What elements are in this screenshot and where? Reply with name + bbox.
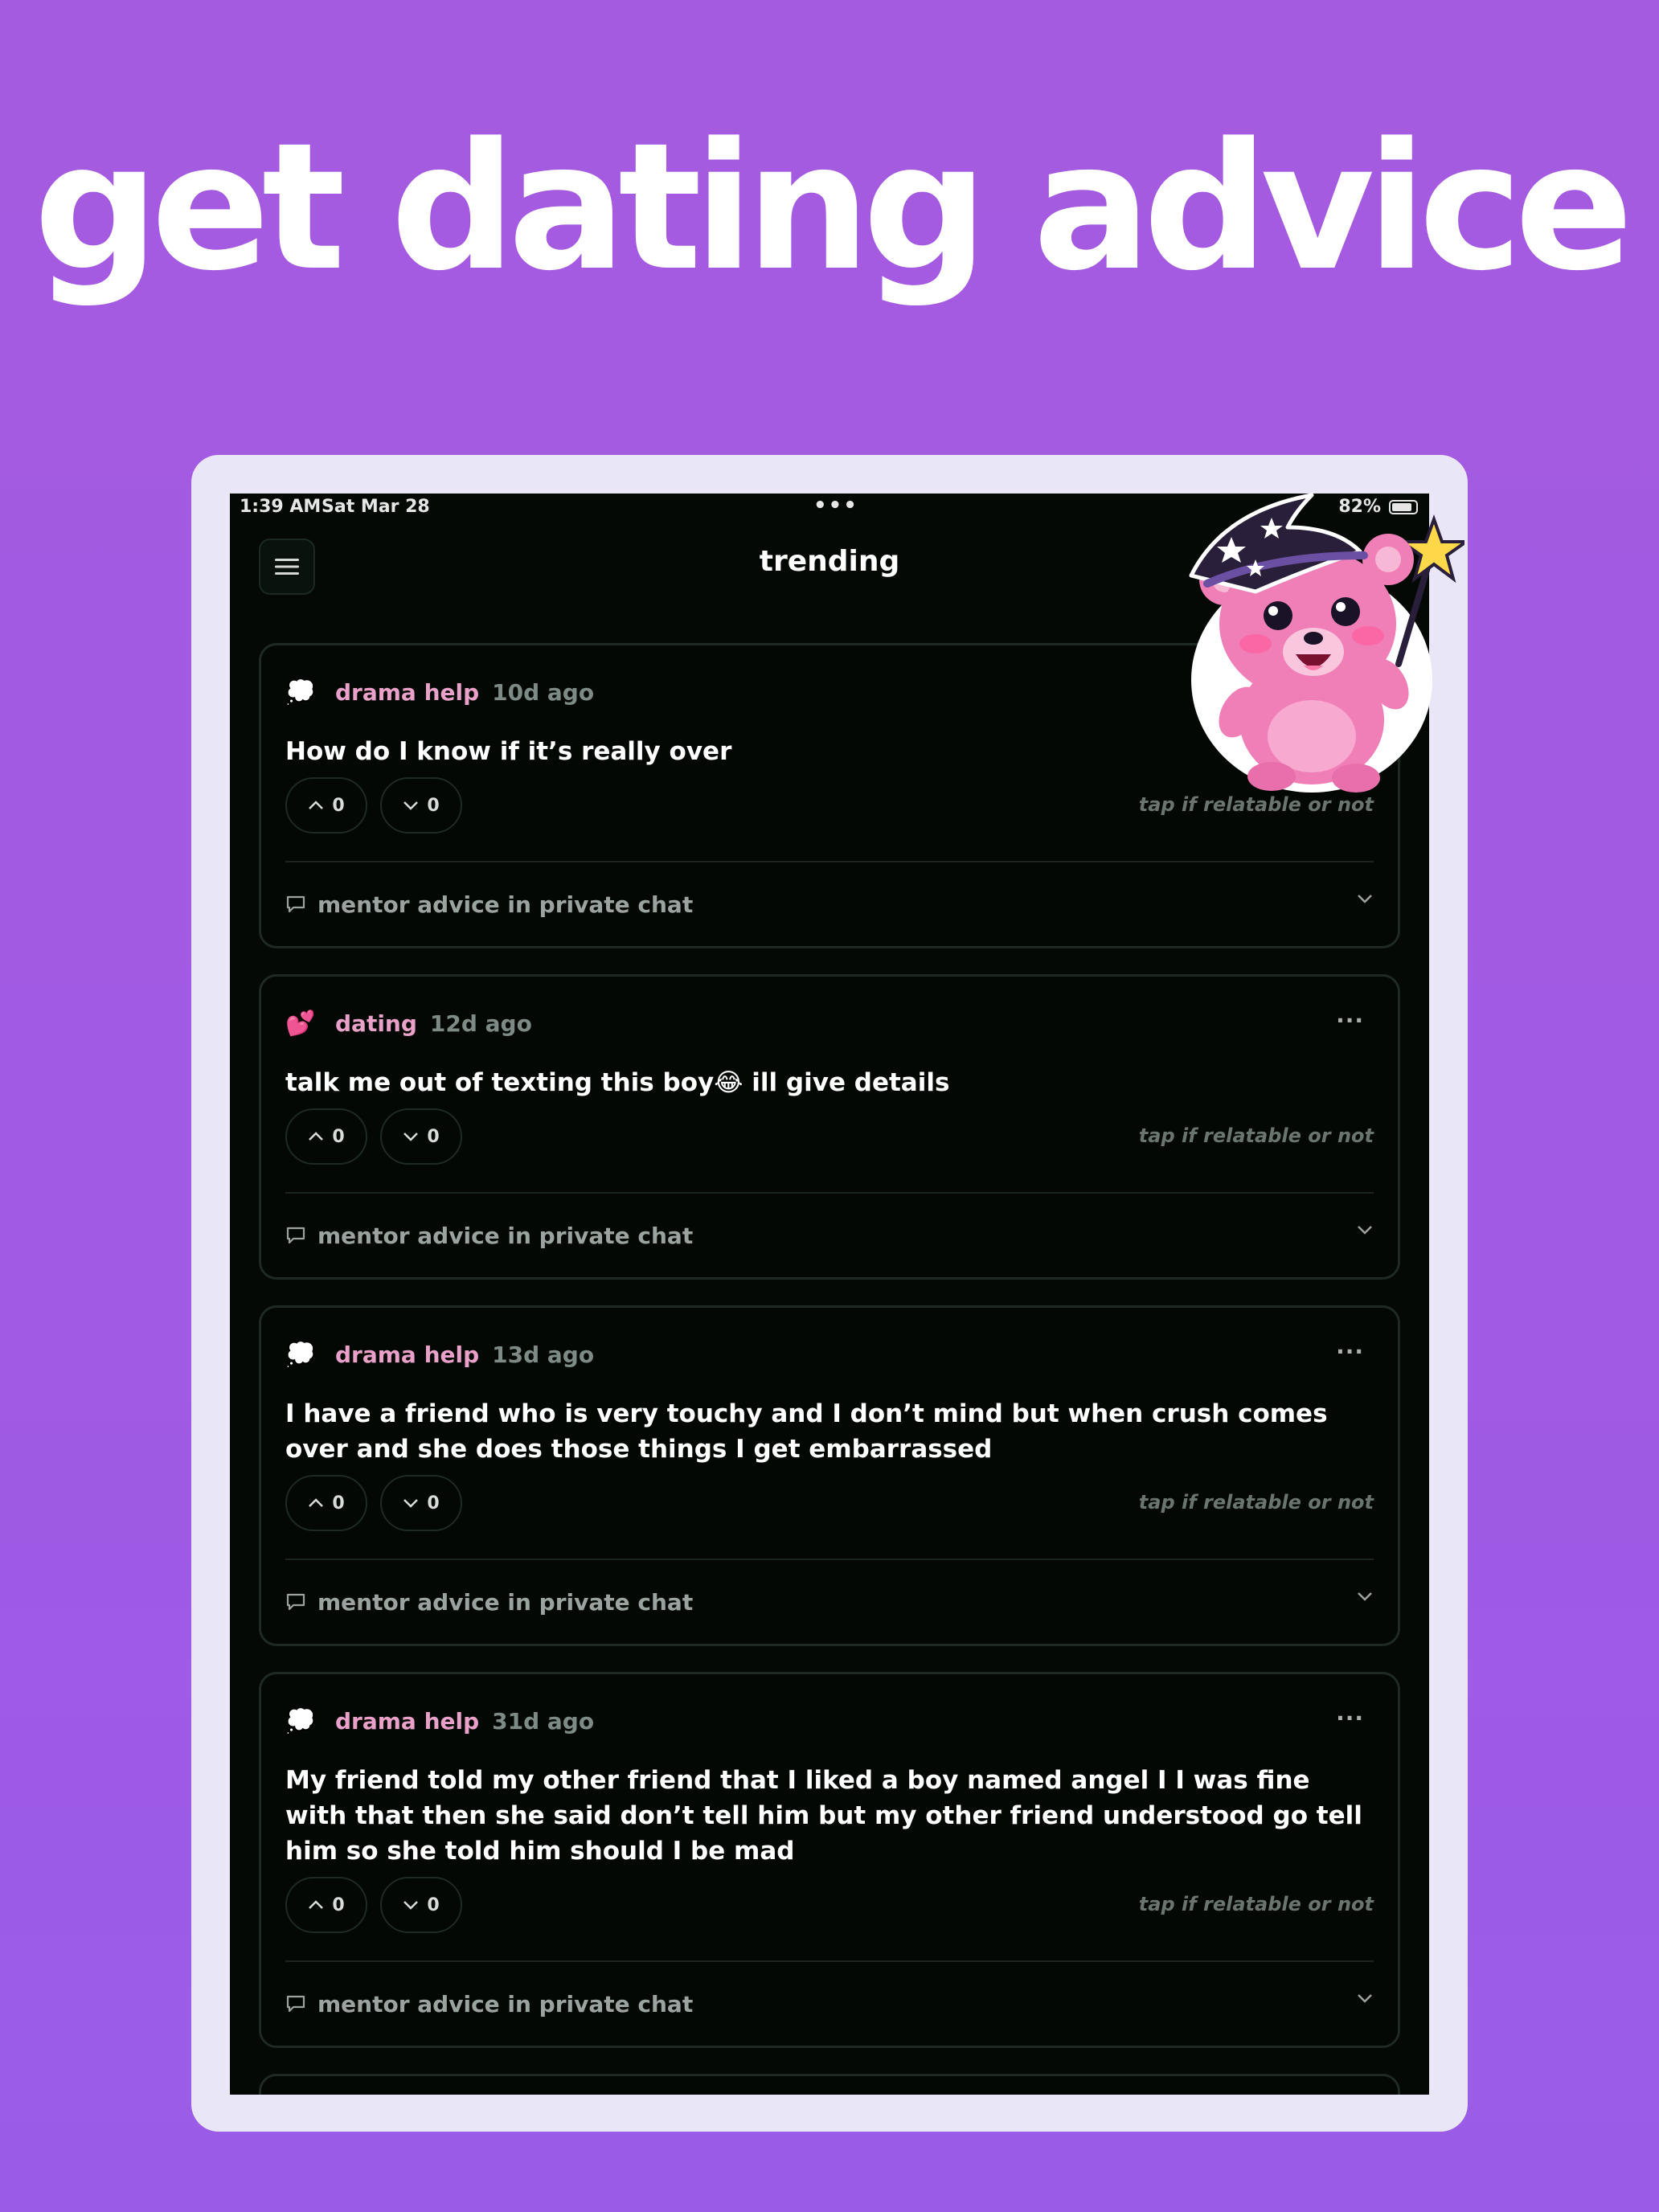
chevron-up-icon [309, 801, 324, 809]
divider [285, 1960, 1374, 1962]
downvote-button[interactable]: 0 [380, 1475, 462, 1531]
more-options-icon[interactable]: ··· [1336, 1338, 1364, 1365]
downvote-count: 0 [427, 795, 440, 816]
status-date: Sat Mar 28 [322, 497, 430, 517]
mentor-advice-toggle[interactable]: mentor advice in private chat [285, 1988, 1374, 2020]
upvote-count: 0 [332, 795, 345, 816]
post-card[interactable]: 💕 dating 12d ago ··· talk me out of texti… [259, 974, 1400, 1280]
chevron-up-icon [309, 1900, 324, 1909]
downvote-count: 0 [427, 1895, 440, 1915]
chevron-up-icon [309, 1498, 324, 1507]
more-options-icon[interactable]: ··· [1336, 1705, 1364, 1731]
mentor-advice-label: mentor advice in private chat [317, 1222, 694, 1249]
thought-bubble-icon: 💭 [285, 1707, 316, 1735]
post-category[interactable]: drama help 10d ago [335, 679, 594, 706]
downvote-button[interactable]: 0 [380, 1108, 462, 1165]
mentor-advice-label: mentor advice in private chat [317, 891, 694, 918]
downvote-count: 0 [427, 1126, 440, 1147]
more-options-icon[interactable]: ··· [1336, 1007, 1364, 1034]
downvote-button[interactable]: 0 [380, 777, 462, 834]
downvote-button[interactable]: 0 [380, 1877, 462, 1933]
post-time: 10d ago [492, 679, 595, 706]
divider [285, 1559, 1374, 1560]
post-category[interactable]: dating 12d ago [335, 1010, 532, 1037]
relatable-hint: tap if relatable or not [1138, 1124, 1374, 1147]
upvote-count: 0 [332, 1895, 345, 1915]
category-label: drama help [335, 1708, 480, 1735]
chat-bubble-icon [286, 1227, 305, 1244]
mentor-advice-toggle[interactable]: mentor advice in private chat [285, 1586, 1374, 1618]
post-time: 12d ago [429, 1010, 532, 1037]
post-card[interactable]: 💭 drama help 13d ago ··· I have a friend … [259, 1305, 1400, 1646]
category-label: dating [335, 1010, 417, 1037]
upvote-button[interactable]: 0 [285, 1475, 367, 1531]
downvote-count: 0 [427, 1493, 440, 1514]
post-time: 31d ago [492, 1708, 595, 1735]
chevron-up-icon [309, 1132, 324, 1141]
mentor-advice-toggle[interactable]: mentor advice in private chat [285, 888, 1374, 920]
chevron-down-icon [1358, 1994, 1372, 2003]
chat-bubble-icon [286, 1995, 305, 2013]
chevron-down-icon [403, 1499, 419, 1508]
chevron-down-icon [1358, 1226, 1372, 1235]
category-label: drama help [335, 1342, 480, 1368]
post-text[interactable]: I have a friend who is very touchy and I… [285, 1396, 1362, 1467]
thought-bubble-icon: 💭 [285, 1341, 316, 1369]
chevron-down-icon [403, 801, 419, 810]
mentor-advice-label: mentor advice in private chat [317, 1588, 694, 1616]
multitasking-dots-icon[interactable]: ••• [813, 494, 858, 518]
upvote-button[interactable]: 0 [285, 1877, 367, 1933]
post-time: 13d ago [492, 1342, 595, 1368]
thought-bubble-icon: 💭 [285, 678, 316, 707]
post-card[interactable]: 💭 drama help 31d ago ··· My friend told m… [259, 1672, 1400, 2048]
mentor-advice-toggle[interactable]: mentor advice in private chat [285, 1219, 1374, 1251]
divider [285, 861, 1374, 862]
category-label: drama help [335, 679, 480, 706]
upvote-button[interactable]: 0 [285, 1108, 367, 1165]
upvote-count: 0 [332, 1126, 345, 1147]
chat-bubble-icon [286, 1593, 305, 1611]
relatable-hint: tap if relatable or not [1138, 1491, 1374, 1514]
status-time: 1:39 AM [240, 497, 322, 517]
post-text[interactable]: talk me out of texting this boy😂 ill giv… [285, 1065, 1362, 1100]
wizard-bear-mascot-icon [1189, 493, 1464, 793]
upvote-button[interactable]: 0 [285, 777, 367, 834]
chevron-down-icon [403, 1901, 419, 1910]
chevron-down-icon [1358, 1592, 1372, 1601]
post-category[interactable]: drama help 31d ago [335, 1708, 594, 1735]
chat-bubble-icon [286, 895, 305, 913]
headline: get dating advice [33, 106, 1633, 309]
chevron-down-icon [1358, 895, 1372, 903]
upvote-count: 0 [332, 1493, 345, 1514]
two-hearts-icon: 💕 [285, 1010, 316, 1038]
post-text[interactable]: My friend told my other friend that I li… [285, 1763, 1362, 1869]
divider [285, 1192, 1374, 1194]
chevron-down-icon [403, 1133, 419, 1141]
relatable-hint: tap if relatable or not [1138, 1893, 1374, 1915]
post-card[interactable] [259, 2074, 1400, 2095]
mentor-advice-label: mentor advice in private chat [317, 1990, 694, 2017]
post-category[interactable]: drama help 13d ago [335, 1342, 594, 1368]
